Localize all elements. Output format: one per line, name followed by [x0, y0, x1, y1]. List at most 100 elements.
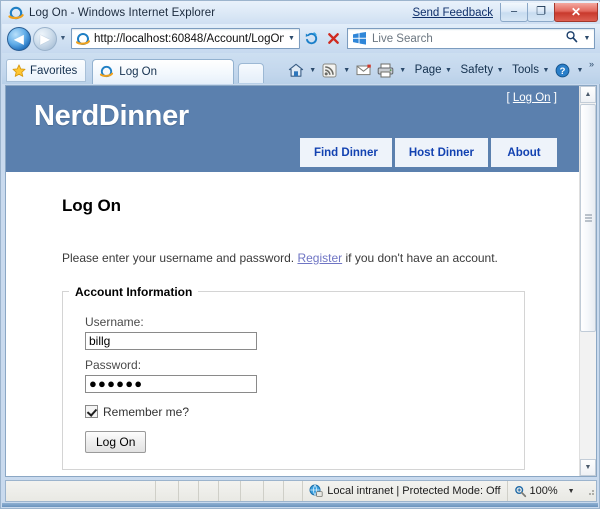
command-bar: ▼ ▼ ▼ Page ▼ Safety ▼ Tools ▼ ? ▼ » — [285, 56, 597, 84]
remember-me-checkbox[interactable] — [85, 405, 98, 419]
close-icon: ✕ — [570, 5, 582, 19]
window-buttons: – ❐ ✕ — [500, 3, 598, 23]
address-bar[interactable]: http://localhost:60848/Account/LogOn ▼ — [71, 28, 300, 49]
menu-page-caret-icon[interactable]: ▼ — [443, 59, 455, 81]
minimize-button[interactable]: – — [500, 3, 528, 22]
title-bar-right: Send Feedback – ❐ ✕ — [412, 2, 600, 24]
send-feedback-link[interactable]: Send Feedback — [412, 7, 493, 19]
forward-arrow-icon: ▶ — [40, 31, 50, 46]
log-on-submit-button[interactable]: Log On — [85, 430, 147, 453]
back-arrow-icon: ◀ — [14, 31, 24, 46]
refresh-button[interactable] — [300, 28, 322, 49]
title-bar: Log On - Windows Internet Explorer Send … — [2, 2, 600, 24]
security-zone[interactable]: Local intranet | Protected Mode: Off — [303, 481, 508, 501]
help-dropdown-icon[interactable]: ▼ — [574, 59, 586, 81]
address-dropdown-icon[interactable]: ▼ — [284, 35, 299, 42]
login-bracket-close: ] — [553, 92, 557, 104]
register-link[interactable]: Register — [297, 251, 342, 265]
zoom-dropdown-icon[interactable]: ▼ — [568, 488, 575, 495]
status-bar: Local intranet | Protected Mode: Off 100… — [5, 480, 597, 502]
fieldset-legend: Account Information — [75, 284, 193, 299]
toolbar-overflow-icon[interactable]: » — [586, 59, 597, 69]
print-icon[interactable] — [375, 59, 397, 81]
maximize-button[interactable]: ❐ — [527, 3, 555, 22]
resize-grip-icon[interactable] — [584, 486, 594, 496]
globe-icon — [309, 484, 323, 498]
navigation-bar: ◀ ▶ ▼ http://localhost:60848/Account/Log… — [2, 24, 600, 53]
status-segment-5 — [241, 481, 264, 501]
feeds-dropdown-icon[interactable]: ▼ — [341, 59, 353, 81]
tab-log-on[interactable]: Log On — [92, 59, 235, 84]
close-button[interactable]: ✕ — [554, 3, 598, 22]
internet-explorer-icon — [8, 5, 24, 21]
status-segment-1 — [156, 481, 179, 501]
intro-text-after: if you don't have an account. — [342, 251, 498, 265]
forward-button[interactable]: ▶ — [33, 26, 57, 51]
header-log-on-link[interactable]: Log On — [513, 92, 551, 104]
search-dropdown-icon[interactable]: ▼ — [580, 35, 594, 42]
mail-icon[interactable] — [353, 59, 375, 81]
username-label: Username: — [85, 314, 144, 329]
svg-text:?: ? — [560, 66, 566, 77]
help-icon[interactable]: ? — [552, 59, 574, 81]
web-page: NerdDinner [ Log On ] Find Dinner Host D… — [6, 86, 581, 476]
status-segment-2 — [179, 481, 199, 501]
menu-tools[interactable]: Tools — [506, 59, 540, 81]
remember-me-label[interactable]: Remember me? — [103, 405, 189, 419]
scrollbar-thumb[interactable] — [580, 104, 596, 332]
page-favicon-icon — [75, 31, 91, 47]
tab-favicon-icon — [99, 64, 115, 80]
window-frame: Log On - Windows Internet Explorer Send … — [0, 0, 600, 509]
maximize-icon: ❐ — [536, 5, 546, 18]
scroll-down-button[interactable]: ▼ — [580, 459, 596, 476]
status-segment-progress — [6, 481, 157, 501]
nav-about[interactable]: About — [491, 138, 557, 167]
search-provider-icon — [352, 31, 368, 46]
scroll-up-button[interactable]: ▲ — [580, 86, 596, 103]
site-logo: NerdDinner — [34, 100, 189, 132]
recent-pages-button[interactable]: ▼ — [57, 29, 69, 49]
menu-safety[interactable]: Safety — [455, 59, 495, 81]
window-bottom-edge — [2, 503, 598, 507]
nav-host-dinner[interactable]: Host Dinner — [394, 138, 488, 167]
search-submit-button[interactable] — [562, 30, 580, 48]
window-title: Log On - Windows Internet Explorer — [29, 7, 216, 19]
minimize-icon: – — [510, 5, 518, 18]
security-zone-label: Local intranet | Protected Mode: Off — [327, 485, 501, 497]
tab-label: Log On — [119, 66, 158, 78]
content-card: Log On Please enter your username and pa… — [38, 172, 549, 476]
intro-text: Please enter your username and password.… — [38, 228, 549, 267]
back-button[interactable]: ◀ — [7, 26, 31, 51]
menu-safety-caret-icon[interactable]: ▼ — [494, 59, 506, 81]
login-bracket-open: [ — [506, 92, 510, 104]
address-input[interactable]: http://localhost:60848/Account/LogOn — [94, 33, 284, 45]
login-status: [ Log On ] — [506, 92, 557, 104]
page-viewport: NerdDinner [ Log On ] Find Dinner Host D… — [5, 85, 597, 477]
zoom-level-label: 100% — [529, 485, 558, 497]
status-segment-4 — [219, 481, 242, 501]
favorites-button[interactable]: Favorites — [6, 59, 87, 82]
intro-text-before: Please enter your username and password. — [62, 251, 298, 265]
zoom-control[interactable]: 100% ▼ — [508, 481, 579, 501]
new-tab-button[interactable] — [238, 63, 265, 83]
menu-page-label: Page — [414, 64, 442, 76]
menu-page[interactable]: Page — [409, 59, 443, 81]
search-bar[interactable]: Live Search ▼ — [347, 28, 595, 49]
home-dropdown-icon[interactable]: ▼ — [307, 59, 319, 81]
nav-find-dinner[interactable]: Find Dinner — [299, 138, 392, 167]
tab-bar: Favorites Log On ▼ ▼ ▼ Page ▼ Safety ▼ T… — [2, 53, 600, 84]
feeds-icon[interactable] — [319, 59, 341, 81]
page-scrollbar[interactable]: ▲ ▼ — [579, 86, 596, 476]
home-icon[interactable] — [285, 59, 307, 81]
stop-icon — [327, 33, 339, 44]
menu-tools-caret-icon[interactable]: ▼ — [540, 59, 552, 81]
stop-button[interactable] — [322, 28, 344, 49]
username-input[interactable] — [85, 331, 257, 350]
site-nav: Find Dinner Host Dinner About — [297, 138, 557, 167]
search-input[interactable]: Live Search — [372, 33, 562, 45]
password-input[interactable] — [85, 374, 257, 393]
print-dropdown-icon[interactable]: ▼ — [397, 59, 409, 81]
browser-window: Log On - Windows Internet Explorer Send … — [0, 0, 600, 509]
scrollbar-grip-icon — [585, 214, 592, 222]
zoom-magnifier-icon — [514, 485, 527, 498]
